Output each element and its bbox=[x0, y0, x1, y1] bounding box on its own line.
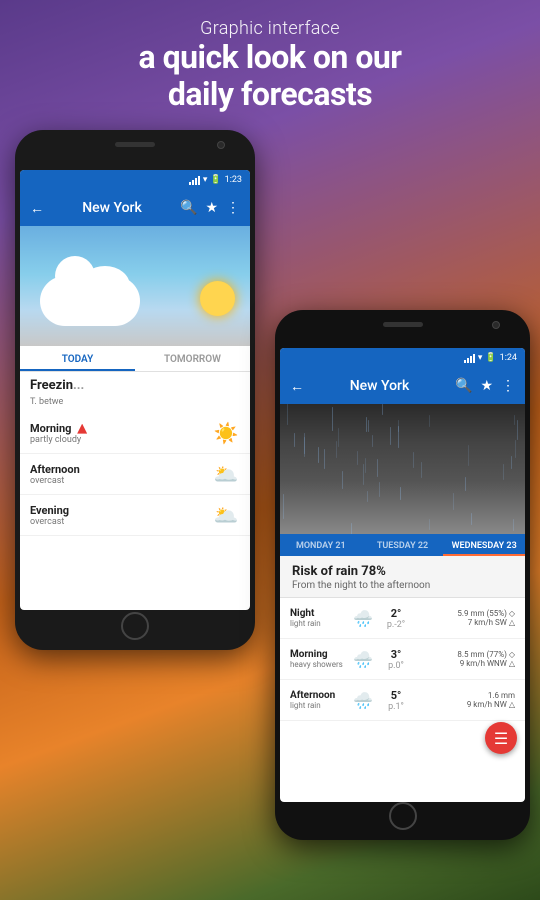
phone-left-camera bbox=[217, 141, 225, 149]
battery-icon: 🔋 bbox=[210, 175, 221, 185]
header-section: Graphic interface a quick look on our da… bbox=[0, 18, 540, 113]
day-tab-bar: MONDAY 21 TUESDAY 22 WEDNESDAY 23 bbox=[280, 534, 525, 556]
afternoon-condition: overcast bbox=[30, 476, 206, 486]
left-more-icon[interactable]: ⋮ bbox=[226, 200, 240, 216]
day-tab-monday[interactable]: MONDAY 21 bbox=[280, 534, 362, 556]
header-title: a quick look on our daily forecasts bbox=[0, 39, 540, 113]
evening-condition: overcast bbox=[30, 517, 206, 527]
night-details: 5.9 mm (55%) ◇ 7 km/h SW △ bbox=[415, 609, 515, 627]
left-back-icon[interactable]: ← bbox=[30, 200, 44, 217]
left-star-icon[interactable]: ★ bbox=[205, 200, 218, 216]
day-tab-tuesday[interactable]: TUESDAY 22 bbox=[362, 534, 444, 556]
freezing-title: Freezin... bbox=[20, 372, 250, 397]
right-toolbar-title: New York bbox=[312, 378, 447, 394]
morning-label: Morning partly cloudy bbox=[30, 422, 206, 445]
phone-right: ▾ 🔋 1:24 ← New York 🔍 ★ ⋮ MONDAY 21 TUES… bbox=[275, 310, 530, 840]
right-afternoon-row: Afternoon light rain 🌧️ 5° p.1° 1.6 mm 9… bbox=[280, 680, 525, 721]
r-morning-detail1: 8.5 mm (77%) ◇ bbox=[457, 650, 515, 659]
day-tab-wednesday[interactable]: WEDNESDAY 23 bbox=[443, 534, 525, 556]
r-morning-detail2: 9 km/h WNW △ bbox=[460, 659, 515, 668]
morning-condition: partly cloudy bbox=[30, 435, 206, 445]
signal-icon bbox=[189, 176, 200, 185]
morning-weather-icon: ☀️ bbox=[212, 419, 240, 447]
rain-subtitle: From the night to the afternoon bbox=[292, 580, 513, 591]
phone-right-home bbox=[389, 802, 417, 830]
sun-graphic bbox=[200, 281, 235, 316]
right-signal-icon bbox=[464, 354, 475, 363]
phone-right-camera bbox=[492, 321, 500, 329]
r-morning-details: 8.5 mm (77%) ◇ 9 km/h WNW △ bbox=[415, 650, 515, 668]
night-weather-icon: 🌧️ bbox=[349, 604, 377, 632]
right-toolbar: ← New York 🔍 ★ ⋮ bbox=[280, 368, 525, 404]
tab-tomorrow[interactable]: TOMORROW bbox=[135, 346, 250, 371]
night-temp: 2° p.-2° bbox=[381, 607, 411, 630]
forecast-morning-row: Morning partly cloudy ☀️ bbox=[20, 413, 250, 454]
phone-left-home bbox=[121, 612, 149, 640]
rain-title: Risk of rain 78% bbox=[292, 564, 513, 579]
forecast-afternoon-row: Afternoon overcast 🌥️ bbox=[20, 454, 250, 495]
phone-right-screen: ▾ 🔋 1:24 ← New York 🔍 ★ ⋮ MONDAY 21 TUES… bbox=[280, 348, 525, 802]
r-afternoon-detail1: 1.6 mm bbox=[488, 691, 515, 700]
morning-alert-icon bbox=[77, 424, 87, 434]
wifi-icon: ▾ bbox=[203, 175, 208, 185]
right-time: 1:24 bbox=[500, 353, 517, 363]
night-detail1: 5.9 mm (55%) ◇ bbox=[457, 609, 515, 618]
r-morning-temp: 3° p.0° bbox=[381, 648, 411, 671]
header-subtitle: Graphic interface bbox=[0, 18, 540, 39]
right-star-icon[interactable]: ★ bbox=[480, 378, 493, 394]
r-afternoon-details: 1.6 mm 9 km/h NW △ bbox=[415, 691, 515, 709]
right-weather-image bbox=[280, 404, 525, 534]
r-afternoon-weather-icon: 🌧️ bbox=[349, 686, 377, 714]
evening-period: Evening bbox=[30, 504, 206, 517]
evening-weather-icon: 🌥️ bbox=[212, 501, 240, 529]
r-morning-period-label: Morning heavy showers bbox=[290, 649, 345, 669]
tab-today[interactable]: TODAY bbox=[20, 346, 135, 371]
night-detail2: 7 km/h SW △ bbox=[468, 618, 515, 627]
left-toolbar-title: New York bbox=[52, 200, 172, 216]
phone-right-speaker bbox=[383, 322, 423, 327]
rain-graphic bbox=[280, 404, 525, 534]
left-toolbar: ← New York 🔍 ★ ⋮ bbox=[20, 190, 250, 226]
r-morning-weather-icon: 🌧️ bbox=[349, 645, 377, 673]
r-afternoon-detail2: 9 km/h NW △ bbox=[467, 700, 515, 709]
right-status-bar: ▾ 🔋 1:24 bbox=[280, 348, 525, 368]
fab-button[interactable]: ☰ bbox=[485, 722, 517, 754]
right-night-row: Night light rain 🌧️ 2° p.-2° 5.9 mm (55%… bbox=[280, 598, 525, 639]
right-search-icon[interactable]: 🔍 bbox=[455, 378, 472, 394]
left-tab-bar: TODAY TOMORROW bbox=[20, 346, 250, 372]
left-search-icon[interactable]: 🔍 bbox=[180, 200, 197, 216]
rain-info-section: Risk of rain 78% From the night to the a… bbox=[280, 556, 525, 598]
morning-period: Morning bbox=[30, 422, 206, 435]
r-afternoon-temp: 5° p.1° bbox=[381, 689, 411, 712]
left-weather-image bbox=[20, 226, 250, 346]
afternoon-weather-icon: 🌥️ bbox=[212, 460, 240, 488]
freezing-subtitle: T. betwe bbox=[20, 397, 250, 413]
right-morning-row: Morning heavy showers 🌧️ 3° p.0° 8.5 mm … bbox=[280, 639, 525, 680]
afternoon-period: Afternoon bbox=[30, 463, 206, 476]
night-period-label: Night light rain bbox=[290, 608, 345, 628]
r-afternoon-period-label: Afternoon light rain bbox=[290, 690, 345, 710]
right-more-icon[interactable]: ⋮ bbox=[501, 378, 515, 394]
phone-left: ▾ 🔋 1:23 ← New York 🔍 ★ ⋮ TODAY TOMORROW bbox=[15, 130, 255, 650]
left-status-bar: ▾ 🔋 1:23 bbox=[20, 170, 250, 190]
right-back-icon[interactable]: ← bbox=[290, 378, 304, 395]
right-battery-icon: 🔋 bbox=[485, 353, 496, 363]
right-wifi-icon: ▾ bbox=[478, 353, 483, 363]
left-time: 1:23 bbox=[225, 175, 242, 185]
phone-left-screen: ▾ 🔋 1:23 ← New York 🔍 ★ ⋮ TODAY TOMORROW bbox=[20, 170, 250, 610]
forecast-evening-row: Evening overcast 🌥️ bbox=[20, 495, 250, 536]
evening-label: Evening overcast bbox=[30, 504, 206, 527]
afternoon-label: Afternoon overcast bbox=[30, 463, 206, 486]
cloud-graphic bbox=[40, 276, 140, 326]
phone-left-speaker bbox=[115, 142, 155, 147]
